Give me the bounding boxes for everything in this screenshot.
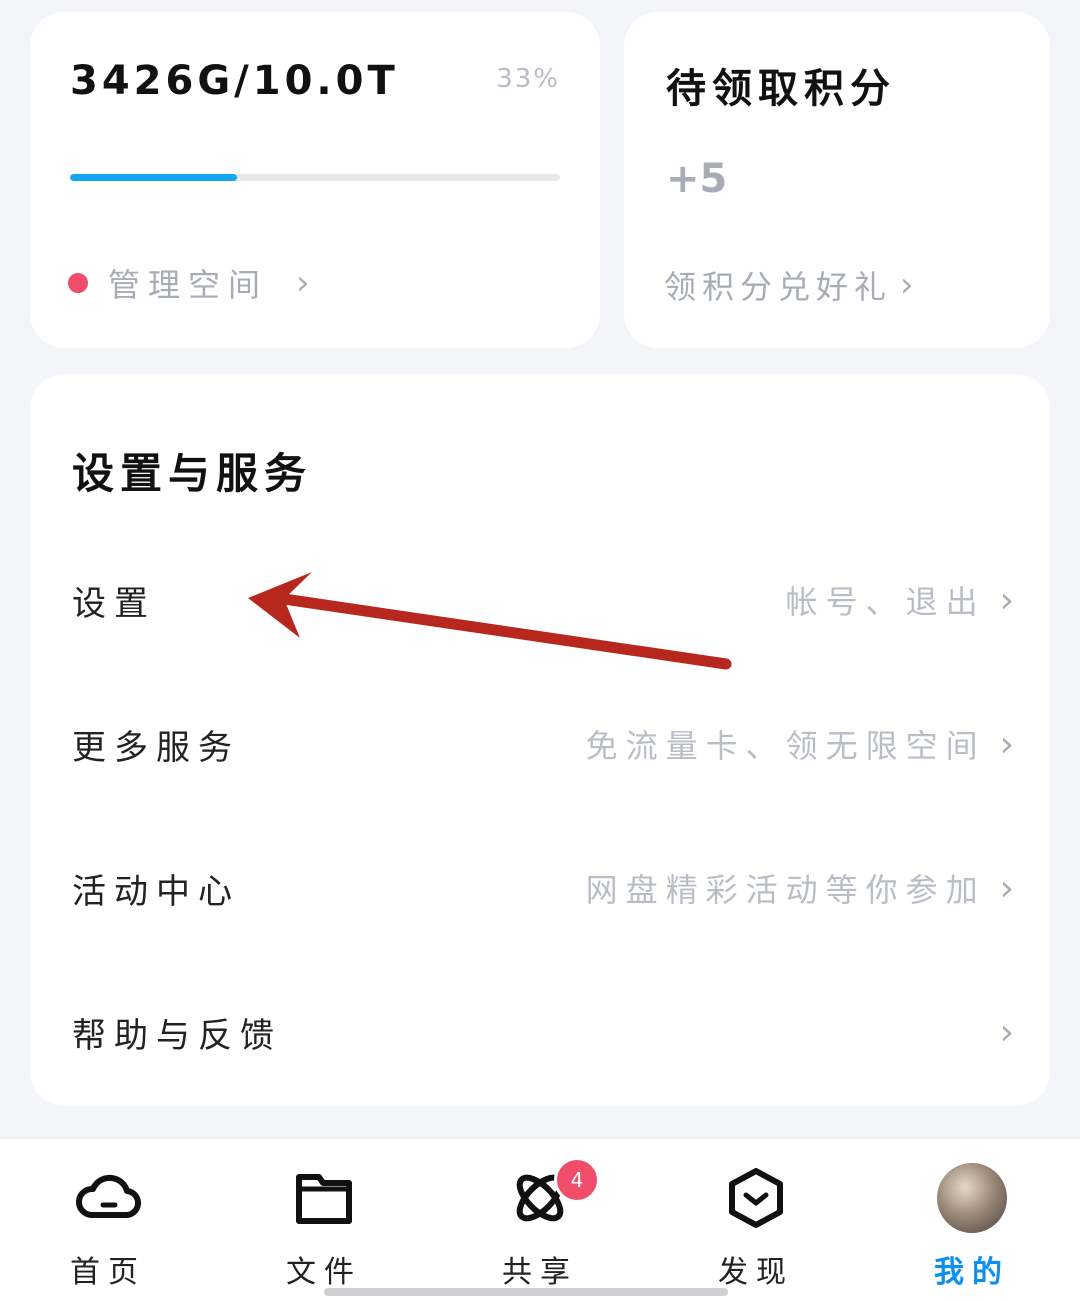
tab-files[interactable]: 文件 [264,1163,384,1291]
tab-me[interactable]: 我的 [912,1163,1032,1291]
row-label: 活动中心 [72,871,240,912]
folder-icon [296,1174,352,1224]
row-label: 设置 [72,583,156,624]
storage-progress-fill [70,174,237,181]
chevron-right-icon: › [296,263,310,303]
chevron-right-icon: › [999,723,1014,765]
points-value: +5 [666,156,728,202]
settings-row[interactable]: 设置 帐号、退出 › [30,550,1050,650]
storage-progress-bar [70,174,560,181]
row-subtitle: 帐号、退出 [785,583,986,621]
settings-services-card: 设置与服务 设置 帐号、退出 › 更多服务 免流量卡、领无限空间 › 活动中心 … [30,374,1050,1106]
points-card[interactable]: 待领取积分 +5 领积分兑好礼 › [624,12,1050,348]
chevron-right-icon: › [999,579,1014,621]
tab-label: 首页 [70,1255,146,1290]
chevron-right-icon: › [999,1011,1014,1053]
storage-percent: 33% [496,64,560,94]
row-subtitle: 网盘精彩活动等你参加 [585,871,986,909]
activity-center-row[interactable]: 活动中心 网盘精彩活动等你参加 › [30,838,1050,938]
help-feedback-row[interactable]: 帮助与反馈 › [30,982,1050,1082]
more-services-row[interactable]: 更多服务 免流量卡、领无限空间 › [30,694,1050,794]
tab-label: 共享 [502,1255,578,1290]
tab-label: 文件 [286,1255,362,1290]
cloud-icon [76,1174,141,1219]
avatar [937,1163,1007,1233]
chevron-right-icon: › [900,265,914,305]
manage-space-link[interactable]: 管理空间 › [68,260,310,306]
storage-card[interactable]: 3426G/10.0T 33% 管理空间 › [30,12,600,348]
redeem-points-link[interactable]: 领积分兑好礼 › [664,262,914,308]
row-label: 更多服务 [72,727,240,768]
notification-dot [68,273,88,293]
storage-amount: 3426G/10.0T [70,58,399,104]
tab-share[interactable]: 4 共享 [480,1157,600,1291]
redeem-points-label: 领积分兑好礼 [664,268,893,306]
section-title: 设置与服务 [72,449,313,498]
bottom-tab-bar: 首页 文件 4 共享 发现 我的 [0,1138,1080,1301]
tab-home[interactable]: 首页 [48,1163,168,1291]
points-title: 待领取积分 [666,66,896,112]
manage-space-label: 管理空间 [108,266,269,304]
chevron-right-icon: › [999,867,1014,909]
row-label: 帮助与反馈 [72,1015,282,1056]
row-subtitle: 免流量卡、领无限空间 [585,727,986,765]
tab-label: 我的 [934,1255,1010,1290]
tab-label: 发现 [718,1255,794,1290]
home-indicator [324,1288,728,1296]
notification-badge: 4 [554,1157,600,1203]
tab-discover[interactable]: 发现 [696,1163,816,1291]
discover-cube-icon [729,1168,783,1228]
